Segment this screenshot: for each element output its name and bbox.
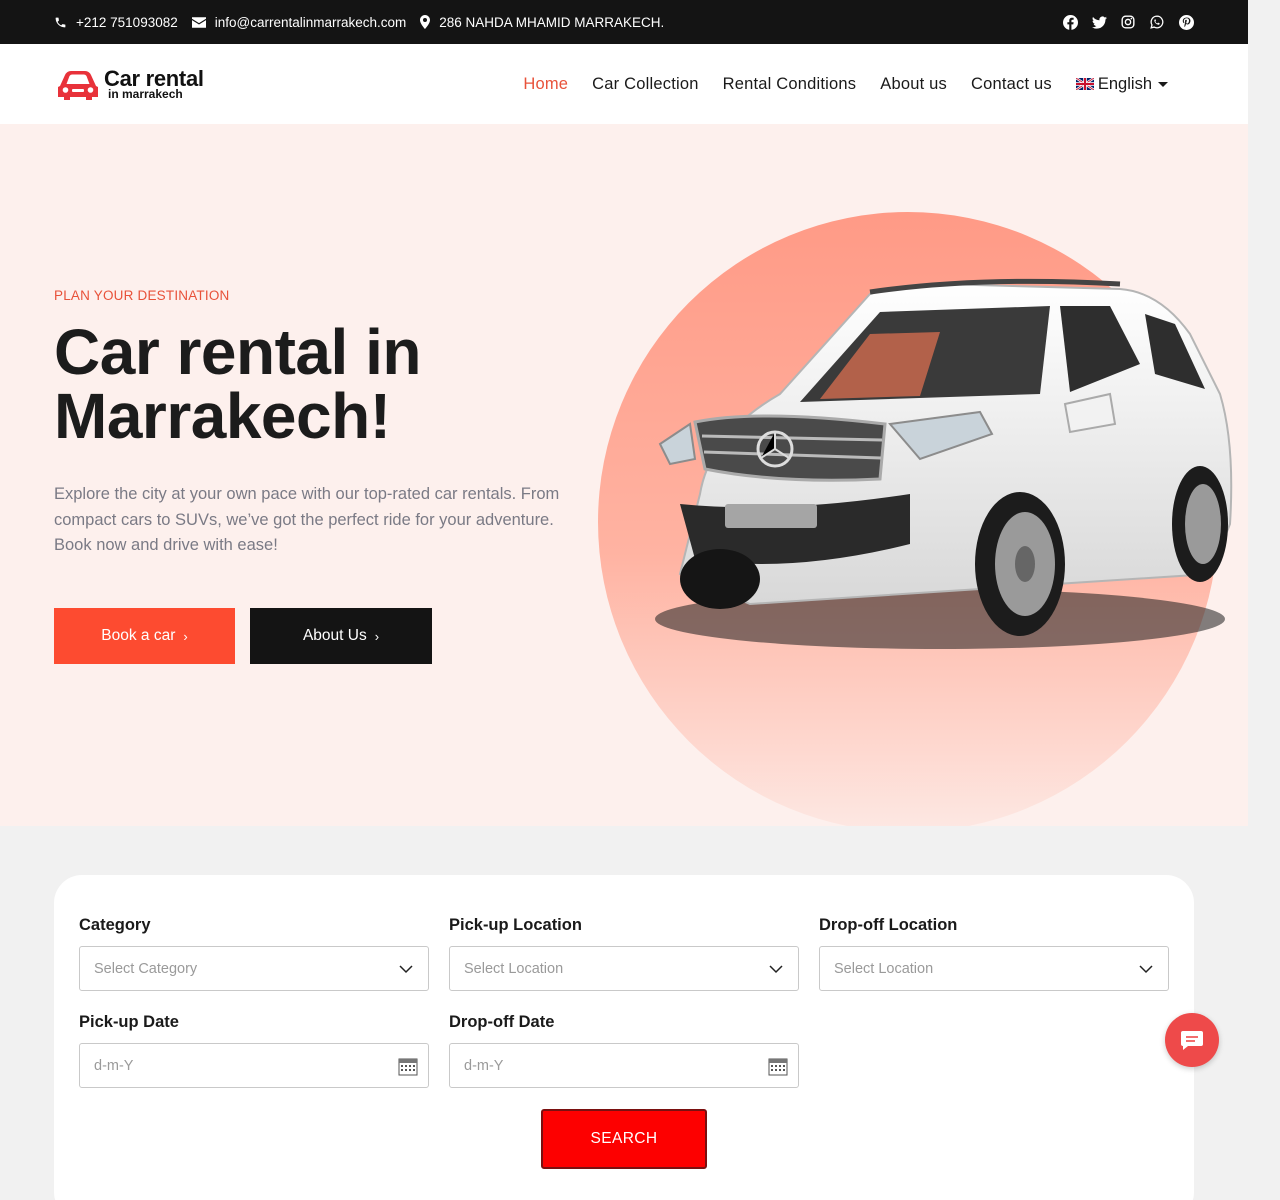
category-placeholder: Select Category [94, 960, 198, 977]
top-bar: +212 751093082 info@carrentalinmarrakech… [0, 0, 1248, 44]
nav-rental-conditions[interactable]: Rental Conditions [723, 75, 857, 94]
nav-car-collection[interactable]: Car Collection [592, 75, 698, 94]
search-form: Category Select Category Pick-up Locatio… [54, 875, 1194, 1200]
nav-contact-us[interactable]: Contact us [971, 75, 1052, 94]
site-logo[interactable]: Car rental in marrakech [56, 64, 204, 104]
uk-flag-icon [1075, 78, 1094, 90]
chevron-right-icon: › [374, 628, 380, 644]
chevron-down-icon [399, 965, 413, 974]
car-logo-icon [58, 71, 98, 100]
address-text: 286 NAHDA MHAMID MARRAKECH. [439, 14, 665, 30]
about-us-label: About Us [302, 627, 367, 644]
chat-bubble-icon [1181, 1031, 1203, 1050]
facebook-icon[interactable] [1063, 14, 1078, 30]
map-marker-icon [420, 15, 431, 29]
chevron-right-icon: › [183, 628, 188, 644]
phone-icon [55, 17, 66, 27]
envelope-icon [191, 16, 206, 28]
phone-text: +212 751093082 [76, 14, 178, 30]
chevron-down-icon [769, 965, 783, 974]
pickup-location-placeholder: Select Location [464, 960, 564, 977]
instagram-icon[interactable] [1121, 14, 1136, 30]
pinterest-icon[interactable] [1179, 14, 1194, 30]
calendar-icon[interactable] [398, 1056, 418, 1076]
category-field: Category Select Category [79, 916, 429, 991]
hero-title: Car rental in Marrakech! [54, 320, 614, 448]
dropoff-location-field: Drop-off Location Select Location [819, 916, 1169, 991]
chevron-down-icon [1139, 965, 1153, 974]
social-links [1063, 0, 1194, 44]
dropoff-date-placeholder: d-m-Y [464, 1057, 504, 1074]
category-select[interactable]: Select Category [79, 946, 429, 991]
dropoff-location-placeholder: Select Location [834, 960, 934, 977]
about-us-button[interactable]: About Us › [250, 608, 432, 664]
dropoff-location-label: Drop-off Location [819, 916, 958, 934]
category-label: Category [79, 916, 151, 934]
contact-info: +212 751093082 info@carrentalinmarrakech… [54, 0, 678, 44]
email-item[interactable]: info@carrentalinmarrakech.com [191, 14, 407, 30]
site-header: Car rental in marrakech Home Car Collect… [0, 44, 1248, 124]
chat-widget-button[interactable] [1165, 1013, 1219, 1067]
search-button[interactable]: SEARCH [541, 1109, 707, 1169]
caret-down-icon [1158, 82, 1168, 87]
pickup-date-label: Pick-up Date [79, 1013, 179, 1031]
email-text: info@carrentalinmarrakech.com [214, 14, 407, 30]
phone-item[interactable]: +212 751093082 [54, 15, 178, 30]
pickup-date-field: Pick-up Date d-m-Y [79, 1013, 429, 1088]
dropoff-date-input[interactable]: d-m-Y [449, 1043, 799, 1088]
language-label: English [1097, 74, 1152, 93]
dropoff-date-label: Drop-off Date [449, 1013, 555, 1031]
nav-about-us[interactable]: About us [880, 75, 947, 94]
hero-section: PLAN YOUR DESTINATION Car rental in Marr… [0, 124, 1248, 826]
pickup-location-label: Pick-up Location [449, 916, 582, 934]
dropoff-date-field: Drop-off Date d-m-Y [449, 1013, 799, 1088]
twitter-icon[interactable] [1092, 15, 1107, 30]
calendar-icon[interactable] [768, 1056, 788, 1076]
dropoff-location-select[interactable]: Select Location [819, 946, 1169, 991]
hero-description: Explore the city at your own pace with o… [54, 485, 560, 554]
pickup-location-select[interactable]: Select Location [449, 946, 799, 991]
hero-title-line2: Marrakech! [54, 380, 391, 452]
address-item: 286 NAHDA MHAMID MARRAKECH. [420, 15, 664, 30]
pickup-date-placeholder: d-m-Y [94, 1057, 134, 1074]
language-switcher[interactable]: English [1075, 74, 1170, 94]
book-a-car-label: Book a car [101, 627, 176, 644]
hero-eyebrow: PLAN YOUR DESTINATION [54, 288, 230, 303]
whatsapp-icon[interactable] [1150, 15, 1165, 30]
book-a-car-button[interactable]: Book a car › [54, 608, 235, 664]
nav-home[interactable]: Home [523, 75, 568, 94]
hero-title-line1: Car rental in [54, 316, 421, 388]
pickup-location-field: Pick-up Location Select Location [449, 916, 799, 991]
suv-car-image [655, 278, 1233, 649]
pickup-date-input[interactable]: d-m-Y [79, 1043, 429, 1088]
main-nav: Home Car Collection Rental Conditions Ab… [523, 44, 1170, 124]
